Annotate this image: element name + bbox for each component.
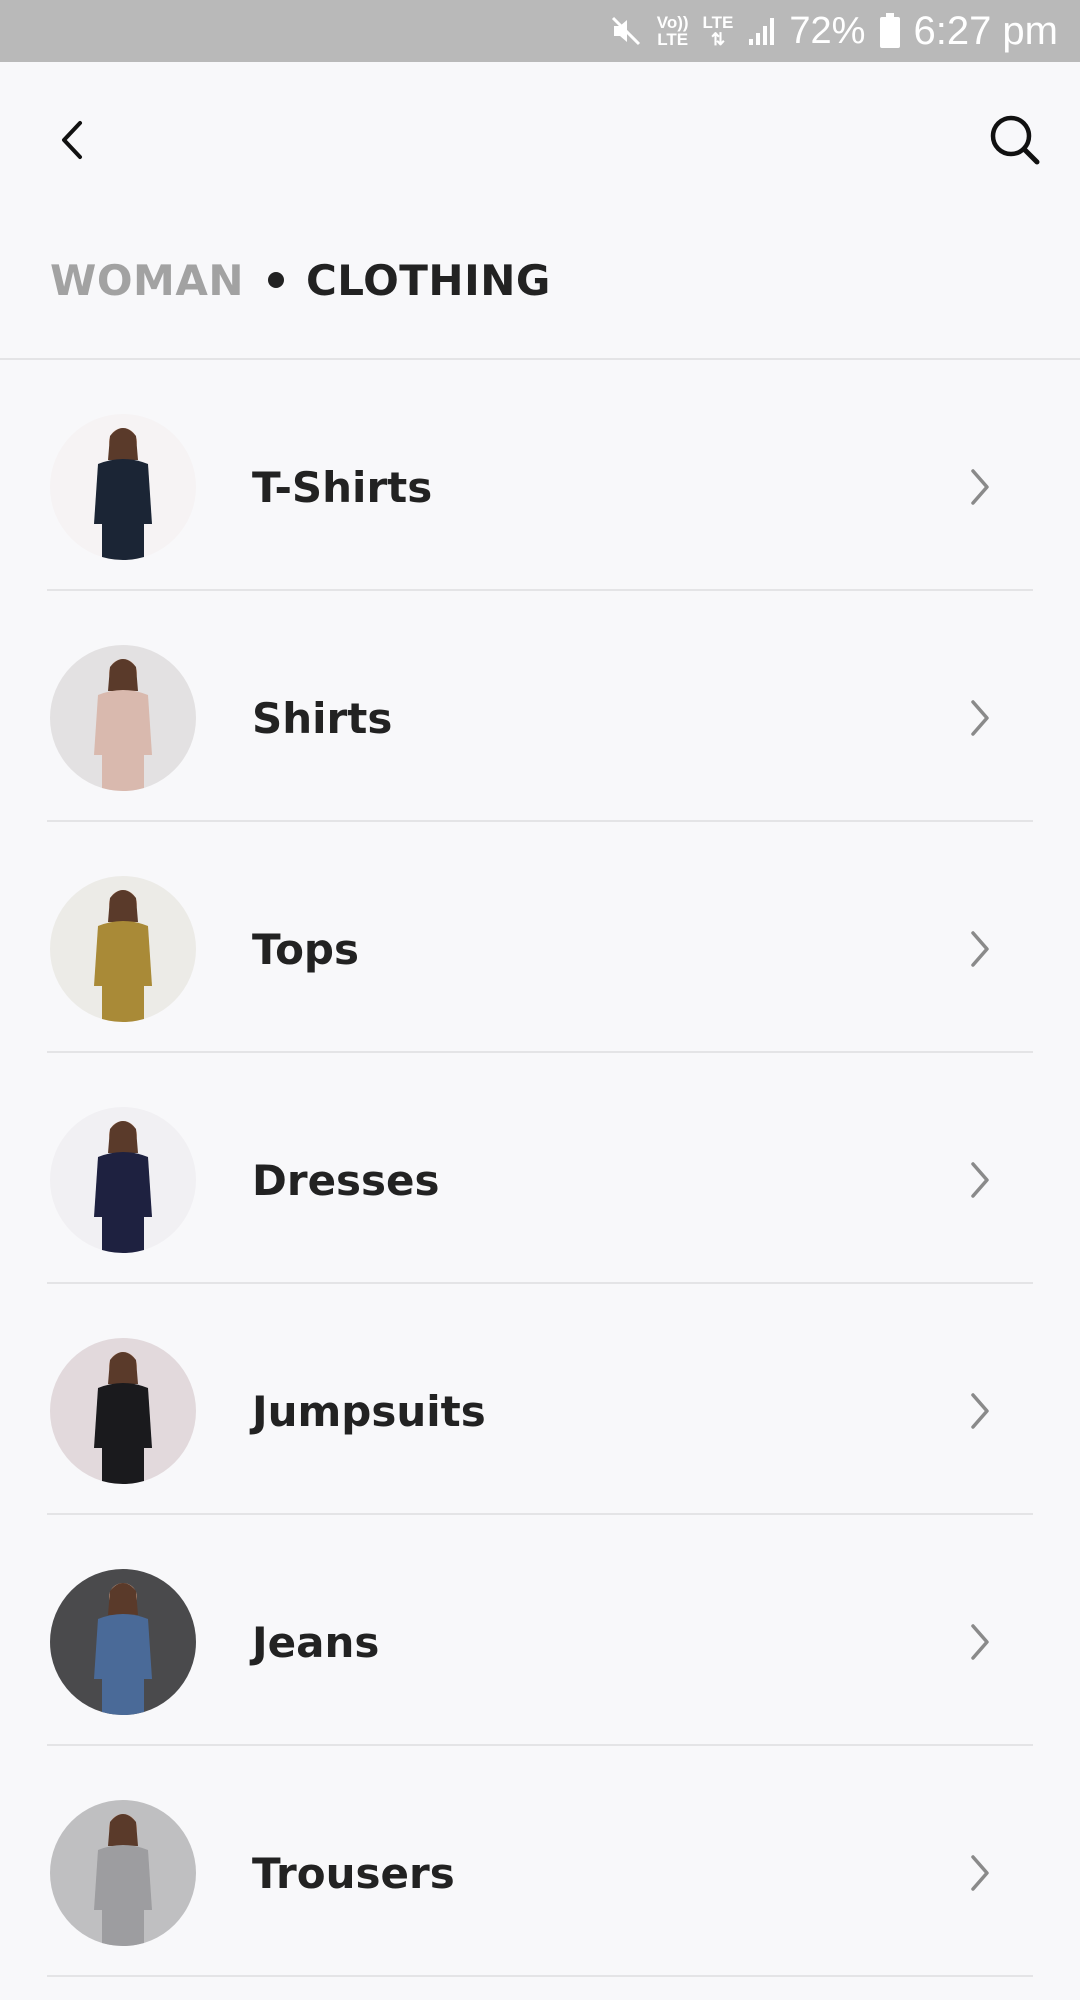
- category-item-tops[interactable]: Tops: [0, 822, 1080, 1053]
- breadcrumb-current: CLOTHING: [305, 255, 551, 305]
- search-icon: [990, 115, 1040, 165]
- battery-percent: 72%: [789, 9, 866, 52]
- category-thumbnail: [50, 1107, 196, 1253]
- category-thumbnail: [50, 1338, 196, 1484]
- category-thumbnail: [50, 414, 196, 560]
- chevron-right-icon: [960, 1848, 1000, 1898]
- category-item-dresses[interactable]: Dresses: [0, 1053, 1080, 1284]
- category-label: Trousers: [252, 1848, 455, 1898]
- signal-icon: [747, 15, 779, 47]
- back-button[interactable]: [44, 110, 104, 170]
- chevron-right-icon: [960, 693, 1000, 743]
- category-thumbnail: [50, 1569, 196, 1715]
- clock: 6:27 pm: [913, 8, 1058, 53]
- chevron-right-icon: [960, 924, 1000, 974]
- category-list: T-Shirts Shirts Tops Dresses Jumpsuits J…: [0, 360, 1080, 1977]
- category-item-trousers[interactable]: Trousers: [0, 1746, 1080, 1977]
- category-label: Jeans: [252, 1617, 380, 1667]
- chevron-right-icon: [960, 462, 1000, 512]
- mute-icon: [609, 14, 643, 48]
- breadcrumb: WOMAN CLOTHING: [50, 250, 551, 310]
- chevron-right-icon: [960, 1155, 1000, 1205]
- category-thumbnail: [50, 645, 196, 791]
- category-label: T-Shirts: [252, 462, 433, 512]
- status-bar: Vo)) LTE LTE ⇅ 72% 6:27 pm: [0, 0, 1080, 62]
- lte-indicator: LTE ⇅: [703, 14, 734, 48]
- volte-top-label: Vo)): [656, 13, 689, 32]
- app-bar: [0, 62, 1080, 212]
- category-item-t-shirts[interactable]: T-Shirts: [0, 360, 1080, 591]
- category-thumbnail: [50, 1800, 196, 1946]
- category-thumbnail: [50, 876, 196, 1022]
- volte-indicator: Vo)) LTE: [657, 14, 689, 48]
- data-arrows-icon: ⇅: [710, 30, 726, 49]
- category-item-jumpsuits[interactable]: Jumpsuits: [0, 1284, 1080, 1515]
- lte-label: LTE: [702, 13, 734, 32]
- breadcrumb-parent[interactable]: WOMAN: [50, 256, 244, 305]
- breadcrumb-separator-dot: [267, 272, 284, 288]
- volte-bottom-label: LTE: [657, 30, 689, 49]
- category-item-jeans[interactable]: Jeans: [0, 1515, 1080, 1746]
- search-button[interactable]: [985, 110, 1045, 170]
- chevron-right-icon: [960, 1386, 1000, 1436]
- chevron-left-icon: [62, 121, 82, 159]
- battery-icon: [879, 13, 901, 49]
- category-label: Dresses: [252, 1155, 440, 1205]
- category-label: Tops: [252, 924, 359, 974]
- category-label: Jumpsuits: [252, 1386, 486, 1436]
- chevron-right-icon: [960, 1617, 1000, 1667]
- category-item-shirts[interactable]: Shirts: [0, 591, 1080, 822]
- category-label: Shirts: [252, 693, 393, 743]
- item-divider: [47, 1975, 1033, 1977]
